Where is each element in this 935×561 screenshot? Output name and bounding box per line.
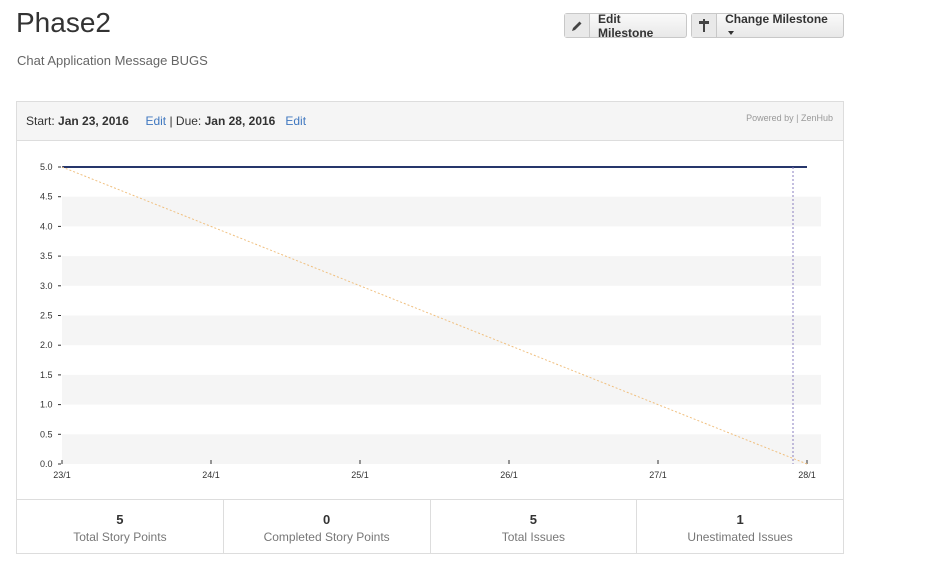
milestone-stats: 5 Total Story Points 0 Completed Story P…: [17, 499, 843, 554]
stat-label: Total Issues: [501, 530, 566, 544]
x-tick-label: 26/1: [500, 470, 518, 480]
edit-milestone-button[interactable]: Edit Milestone: [564, 11, 687, 40]
x-tick-label: 27/1: [649, 470, 667, 480]
y-tick-label: 0.0: [40, 459, 53, 469]
pencil-icon: [565, 14, 590, 37]
stat-label: Total Story Points: [73, 530, 167, 544]
edit-milestone-label: Edit Milestone: [597, 11, 654, 40]
burndown-chart-svg: 0.0 0.5 1.0 1.5 2.0 2.5 3.0 3.5 4.0 4.5 5.0 23/1 24/…: [40, 162, 821, 480]
panel-header: Start: Jan 23, 2016 Edit | Due: Jan 28, …: [17, 102, 843, 141]
y-tick-label: 1.0: [40, 400, 53, 410]
stat-label: Completed Story Points: [263, 530, 390, 544]
y-tick-label: 0.5: [40, 429, 53, 439]
grid-band: [62, 196, 821, 227]
edit-due-link[interactable]: Edit: [285, 114, 306, 128]
burndown-panel: Start: Jan 23, 2016 Edit | Due: Jan 28, …: [16, 101, 844, 554]
change-milestone-label: Change Milestone: [725, 11, 828, 26]
due-prefix: | Due:: [169, 114, 202, 128]
grid-band: [62, 374, 821, 405]
stat-completed-story-points: 0 Completed Story Points: [224, 500, 431, 554]
edit-start-link[interactable]: Edit: [145, 114, 166, 128]
stat-total-issues: 5 Total Issues: [431, 500, 638, 554]
dropdown-caret-icon: [728, 31, 735, 36]
milestone-description: Chat Application Message BUGS: [17, 53, 208, 68]
stat-value: 5: [529, 512, 537, 527]
y-tick-label: 3.0: [40, 281, 53, 291]
grid-band: [62, 256, 821, 286]
stat-value: 5: [116, 512, 124, 527]
page-title: Phase2: [16, 7, 111, 38]
zenhub-brand: ZenHub: [800, 113, 833, 123]
start-prefix: Start:: [26, 114, 55, 128]
powered-by: Powered by | ZenHub: [746, 113, 833, 123]
x-tick-label: 23/1: [53, 470, 71, 480]
stat-unestimated-issues: 1 Unestimated Issues: [637, 500, 843, 554]
start-date: Jan 23, 2016: [58, 114, 129, 128]
y-tick-label: 1.5: [40, 370, 53, 380]
y-tick-label: 2.0: [40, 340, 53, 350]
stat-value: 1: [736, 512, 744, 527]
burndown-chart: 0.0 0.5 1.0 1.5 2.0 2.5 3.0 3.5 4.0 4.5 5.0 23/1 24/…: [17, 141, 843, 499]
y-tick-label: 5.0: [40, 162, 53, 172]
grid-band: [62, 315, 821, 346]
stat-value: 0: [323, 512, 331, 527]
x-tick-label: 24/1: [202, 470, 220, 480]
powered-by-text: Powered by: [746, 113, 794, 123]
due-date: Jan 28, 2016: [204, 114, 276, 128]
y-tick-label: 4.5: [40, 192, 53, 202]
x-tick-label: 25/1: [351, 470, 369, 480]
stat-label: Unestimated Issues: [687, 530, 793, 544]
change-milestone-button[interactable]: Change Milestone: [691, 11, 844, 38]
grid-band: [62, 434, 821, 464]
stat-total-story-points: 5 Total Story Points: [17, 500, 224, 554]
signpost-icon: [692, 14, 718, 37]
y-tick-label: 3.5: [40, 251, 53, 261]
y-tick-label: 4.0: [40, 221, 53, 231]
y-tick-label: 2.5: [40, 311, 53, 321]
x-tick-label: 28/1: [798, 470, 816, 480]
